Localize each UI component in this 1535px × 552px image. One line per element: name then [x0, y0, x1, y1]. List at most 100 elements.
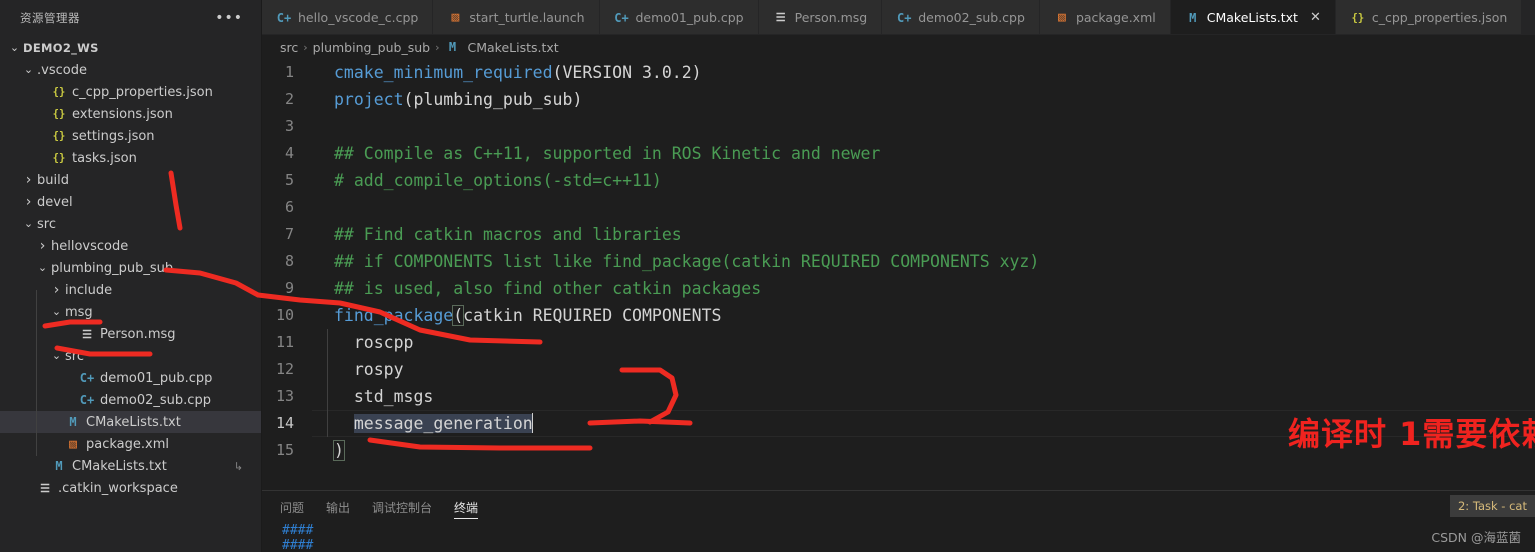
md-icon: M	[1189, 10, 1197, 25]
tree-item-src[interactable]: ⌄ src	[0, 345, 261, 367]
chevron-down-icon[interactable]: ⌄	[22, 216, 35, 232]
terminal-task-selector[interactable]: 2: Task - cat	[1449, 495, 1535, 517]
ellipsis-icon[interactable]: •••	[215, 11, 243, 25]
line-number: 3	[284, 117, 294, 135]
code-line[interactable]: 9 ## is used, also find other catkin pack…	[262, 275, 1535, 302]
code-token: (	[552, 63, 563, 82]
breadcrumb-part[interactable]: plumbing_pub_sub	[313, 40, 430, 55]
chevron-right-icon[interactable]: ›	[36, 236, 49, 256]
explorer-title: 资源管理器	[20, 10, 80, 25]
editor-tab-demo02-sub-cpp[interactable]: C+ demo02_sub.cpp	[882, 0, 1040, 35]
panel-tab-2[interactable]: 调试控制台	[372, 491, 432, 523]
code-token: message_generation	[353, 414, 533, 433]
tab-label: package.xml	[1075, 10, 1156, 25]
tree-item-label: CMakeLists.txt	[72, 458, 167, 474]
cpp-icon: C+	[79, 371, 95, 385]
code-token	[531, 413, 533, 433]
editor-tab-demo01-pub-cpp[interactable]: C+ demo01_pub.cpp	[599, 0, 759, 35]
xml-icon: ▧	[451, 10, 460, 25]
code-text: cmake_minimum_required(VERSION 3.0.2)	[312, 59, 702, 86]
terminal-output[interactable]: #### ####	[262, 523, 1535, 552]
line-number: 6	[284, 198, 294, 216]
code-line[interactable]: 1 cmake_minimum_required(VERSION 3.0.2)	[262, 59, 1535, 86]
code-line[interactable]: 8 ## if COMPONENTS list like find_package…	[262, 248, 1535, 275]
tree-item-person-msg[interactable]: · ☰ Person.msg	[0, 323, 261, 345]
chevron-spacer: ·	[36, 147, 49, 169]
msg-icon: ☰	[82, 327, 92, 341]
tree-item-c-cpp-properties-json[interactable]: ·{} c_cpp_properties.json	[0, 81, 261, 103]
tree-item-msg[interactable]: ⌄ msg	[0, 301, 261, 323]
breadcrumb-part[interactable]: src	[280, 40, 298, 55]
tree-item-include[interactable]: › include	[0, 279, 261, 301]
annotation-text: 编译时 1需要依赖2	[1288, 415, 1535, 453]
tree-item-demo01-pub-cpp[interactable]: ·C+ demo01_pub.cpp	[0, 367, 261, 389]
tree-item-label: tasks.json	[72, 150, 137, 166]
tree-item-demo2-ws[interactable]: ⌄ DEMO2_WS	[0, 37, 261, 59]
chevron-down-icon[interactable]: ⌄	[22, 62, 35, 78]
explorer-sidebar: 资源管理器 ••• ⌄DEMO2_WS⌄.vscode·{}c_cpp_prop…	[0, 0, 262, 552]
editor-tab-hello-vscode-c-cpp[interactable]: C+ hello_vscode_c.cpp	[262, 0, 434, 35]
code-token: )	[333, 440, 345, 461]
code-line[interactable]: 4 ## Compile as C++11, supported in ROS K…	[262, 140, 1535, 167]
chevron-right-icon[interactable]: ›	[22, 170, 35, 190]
tree-item-package-xml[interactable]: · ▧ package.xml	[0, 433, 261, 455]
tree-item-label: DEMO2_WS	[23, 41, 99, 55]
tree-item-label: CMakeLists.txt	[86, 414, 181, 430]
tree-item--vscode[interactable]: ⌄ .vscode	[0, 59, 261, 81]
tree-item-src[interactable]: ⌄ src	[0, 213, 261, 235]
tab-label: start_turtle.launch	[469, 10, 585, 25]
breadcrumb-separator-icon: ›	[435, 40, 440, 54]
code-line[interactable]: 13 std_msgs	[262, 383, 1535, 410]
tree-item-tasks-json[interactable]: ·{} tasks.json	[0, 147, 261, 169]
editor-tab-cmakelists-txt[interactable]: M CMakeLists.txt ✕	[1170, 0, 1336, 35]
xml-icon: ▧	[1058, 10, 1066, 25]
code-line[interactable]: 6	[262, 194, 1535, 221]
chevron-right-icon[interactable]: ›	[50, 280, 63, 300]
panel-tab-1[interactable]: 输出	[326, 491, 350, 523]
chevron-right-icon[interactable]: ›	[22, 192, 35, 212]
code-line[interactable]: 3	[262, 113, 1535, 140]
editor-tab-bar: C+ hello_vscode_c.cpp ▧ start_turtle.launch…	[262, 0, 1535, 35]
code-text: ## if COMPONENTS list like find_package(…	[312, 248, 1039, 275]
chevron-down-icon[interactable]: ⌄	[50, 304, 63, 320]
code-token: std_msgs	[334, 387, 434, 406]
code-line[interactable]: 12 rospy	[262, 356, 1535, 383]
editor-tab-person-msg[interactable]: ☰ Person.msg	[758, 0, 883, 35]
indent-guide	[327, 329, 328, 356]
tree-item-devel[interactable]: › devel	[0, 191, 261, 213]
tree-item-hellovscode[interactable]: › hellovscode	[0, 235, 261, 257]
tree-item-demo02-sub-cpp[interactable]: ·C+ demo02_sub.cpp	[0, 389, 261, 411]
chevron-spacer: ·	[64, 389, 77, 411]
panel-tab-3[interactable]: 终端	[454, 491, 479, 523]
tree-item--catkin-workspace[interactable]: · ☰ .catkin_workspace	[0, 477, 261, 499]
panel-tab-0[interactable]: 问题	[280, 491, 304, 523]
editor-tab-c-cpp-properties-json[interactable]: {} c_cpp_properties.json	[1335, 0, 1523, 35]
code-editor[interactable]: 1 cmake_minimum_required(VERSION 3.0.2) 2 p…	[262, 59, 1535, 462]
close-icon[interactable]: ✕	[1310, 11, 1321, 24]
code-line[interactable]: 11 roscpp	[262, 329, 1535, 356]
code-line[interactable]: 10 find_package(catkin REQUIRED COMPONENT…	[262, 302, 1535, 329]
editor-tab-package-xml[interactable]: ▧ package.xml	[1039, 0, 1171, 35]
tree-item-label: build	[37, 172, 69, 188]
chevron-spacer: ·	[36, 81, 49, 103]
tree-item-plumbing-pub-sub[interactable]: ⌄ plumbing_pub_sub	[0, 257, 261, 279]
tree-item-build[interactable]: › build	[0, 169, 261, 191]
code-line[interactable]: 5 # add_compile_options(-std=c++11)	[262, 167, 1535, 194]
tree-item-settings-json[interactable]: ·{} settings.json	[0, 125, 261, 147]
code-line[interactable]: 7 ## Find catkin macros and libraries	[262, 221, 1535, 248]
chevron-down-icon[interactable]: ⌄	[8, 40, 21, 56]
chevron-down-icon[interactable]: ⌄	[36, 260, 49, 276]
chevron-spacer: ·	[50, 433, 63, 455]
editor-tab-start-turtle-launch[interactable]: ▧ start_turtle.launch	[433, 0, 600, 35]
tab-label: c_cpp_properties.json	[1371, 10, 1508, 25]
panel-tab-bar: 问题 输出 调试控制台 终端	[262, 491, 1535, 523]
tree-item-cmakelists-txt[interactable]: · M CMakeLists.txt ↳	[0, 455, 261, 477]
line-number: 8	[284, 252, 294, 270]
code-line[interactable]: 2 project(plumbing_pub_sub)	[262, 86, 1535, 113]
breadcrumb-file[interactable]: CMakeLists.txt	[468, 40, 559, 55]
tree-item-extensions-json[interactable]: ·{} extensions.json	[0, 103, 261, 125]
tree-item-cmakelists-txt[interactable]: · M CMakeLists.txt	[0, 411, 261, 433]
chevron-down-icon[interactable]: ⌄	[50, 348, 63, 364]
